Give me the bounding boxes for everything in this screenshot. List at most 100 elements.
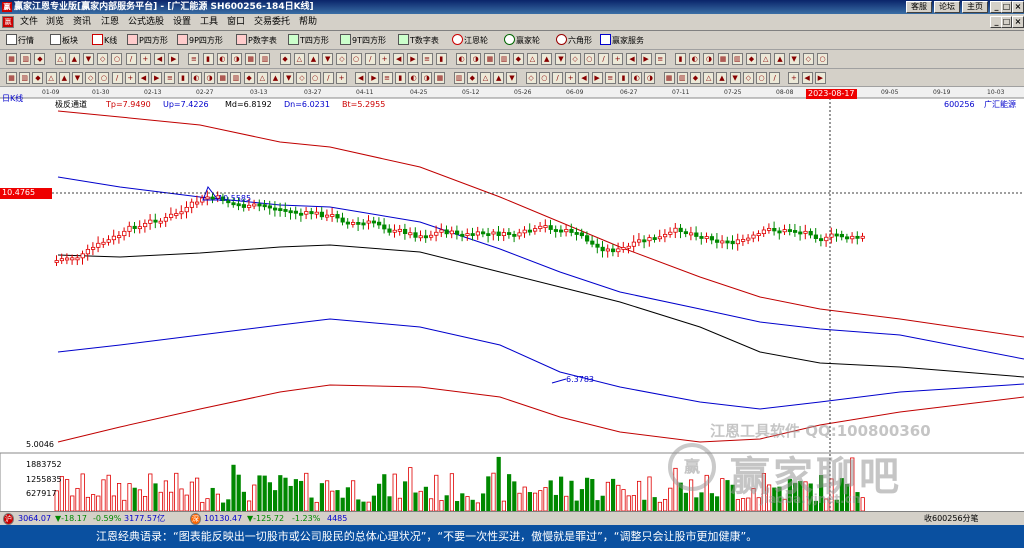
link-home[interactable]: 主页 [962, 1, 988, 13]
tb2-tool-icon-51[interactable]: △ [760, 53, 772, 65]
tb3-tool-icon-51[interactable]: △ [703, 72, 715, 84]
tb3-tool-icon-36[interactable]: ▲ [493, 72, 505, 84]
tb3-tool-icon-49[interactable]: ▥ [676, 72, 688, 84]
tb-gann-wheel[interactable]: 江恩轮 [452, 34, 488, 47]
tb3-tool-icon-38[interactable]: ◇ [525, 72, 537, 84]
tb3-tool-icon-59[interactable]: ▶ [814, 72, 826, 84]
menu-tools[interactable]: 工具 [200, 16, 218, 28]
tb2-tool-icon-45[interactable]: ▮ [675, 53, 686, 65]
tb-sector[interactable]: 板块 [50, 34, 78, 47]
menu-help[interactable]: 帮助 [299, 16, 317, 28]
kline-chart[interactable]: 日K线 极反通道 Tp=7.9490 Up=7.4226 Md=6.8192 D… [0, 87, 1024, 512]
tb2-tool-icon-17[interactable]: ▥ [259, 53, 271, 65]
tb2-tool-icon-49[interactable]: ▥ [731, 53, 743, 65]
tb3-tool-icon-25[interactable]: + [336, 72, 347, 84]
tb3-tool-icon-35[interactable]: △ [480, 72, 491, 84]
tb2-tool-icon-1[interactable]: ▥ [20, 53, 32, 65]
tb2-tool-icon-32[interactable]: ▦ [484, 53, 496, 65]
tb2-tool-icon-37[interactable]: ▼ [555, 53, 567, 65]
tb2-tool-icon-36[interactable]: ▲ [541, 53, 553, 65]
tb2-tool-icon-22[interactable]: ◇ [336, 53, 348, 65]
tb3-tool-icon-42[interactable]: ◀ [578, 72, 590, 84]
tb3-tool-icon-45[interactable]: ▮ [618, 72, 629, 84]
tb2-tool-icon-21[interactable]: ▼ [322, 53, 334, 65]
menu-gann[interactable]: 江恩 [101, 16, 119, 28]
tb3-tool-icon-50[interactable]: ◆ [690, 72, 701, 84]
tb3-tool-icon-12[interactable]: ≡ [164, 72, 176, 84]
tb2-tool-icon-41[interactable]: + [612, 53, 624, 65]
tb2-tool-icon-3[interactable]: △ [54, 53, 66, 65]
tb2-tool-icon-9[interactable]: + [139, 53, 151, 65]
tb-t-square[interactable]: T四方形 [288, 34, 329, 47]
tb2-tool-icon-50[interactable]: ◆ [746, 53, 757, 65]
tb2-tool-icon-55[interactable]: ○ [817, 53, 828, 65]
tb-kline[interactable]: K线 [92, 34, 117, 47]
tb2-tool-icon-0[interactable]: ▦ [6, 53, 17, 65]
tb2-tool-icon-28[interactable]: ≡ [421, 53, 433, 65]
child-close-button[interactable]: × [1012, 16, 1024, 28]
tb2-tool-icon-38[interactable]: ◇ [569, 53, 581, 65]
tb-9p-square[interactable]: 9P四方形 [177, 34, 223, 47]
tb2-tool-icon-54[interactable]: ◇ [802, 53, 814, 65]
tb2-tool-icon-48[interactable]: ▦ [717, 53, 729, 65]
tb-market[interactable]: 行情 [6, 34, 34, 47]
tb3-tool-icon-9[interactable]: + [124, 72, 136, 84]
tb3-tool-icon-5[interactable]: ▼ [72, 72, 83, 84]
tb3-tool-icon-21[interactable]: ▼ [283, 72, 295, 84]
tb3-tool-icon-1[interactable]: ▥ [19, 72, 31, 84]
tb3-tool-icon-58[interactable]: ◀ [801, 72, 813, 84]
app-menu-icon[interactable]: 赢 [2, 16, 14, 28]
tb3-tool-icon-17[interactable]: ▥ [230, 72, 242, 84]
tb3-tool-icon-8[interactable]: / [111, 72, 123, 84]
tb2-tool-icon-27[interactable]: ▶ [407, 53, 419, 65]
tb3-tool-icon-11[interactable]: ▶ [151, 72, 163, 84]
tb2-tool-icon-16[interactable]: ▦ [245, 53, 257, 65]
tb-hexagon[interactable]: 六角形 [556, 34, 592, 47]
menu-settings[interactable]: 设置 [173, 16, 191, 28]
tb3-tool-icon-37[interactable]: ▼ [506, 72, 518, 84]
tb2-tool-icon-14[interactable]: ◐ [216, 53, 228, 65]
tb2-tool-icon-11[interactable]: ▶ [168, 53, 180, 65]
tb3-tool-icon-19[interactable]: △ [256, 72, 268, 84]
tb3-tool-icon-31[interactable]: ◑ [421, 72, 433, 84]
tb3-tool-icon-16[interactable]: ▦ [217, 72, 229, 84]
menu-trade[interactable]: 交易委托 [254, 16, 290, 28]
tb3-tool-icon-53[interactable]: ▼ [729, 72, 741, 84]
tb2-tool-icon-18[interactable]: ◆ [279, 53, 291, 65]
tb2-tool-icon-39[interactable]: ○ [583, 53, 595, 65]
tb3-tool-icon-0[interactable]: ▦ [6, 72, 17, 84]
tb2-tool-icon-8[interactable]: / [125, 53, 137, 65]
tb2-tool-icon-7[interactable]: ○ [111, 53, 123, 65]
tb2-tool-icon-34[interactable]: ◆ [512, 53, 524, 65]
tb2-tool-icon-29[interactable]: ▮ [435, 53, 447, 65]
tb3-tool-icon-57[interactable]: + [788, 72, 800, 84]
tb2-tool-icon-44[interactable]: ≡ [654, 53, 666, 65]
tb-9t-square[interactable]: 9T四方形 [340, 34, 386, 47]
tb3-tool-icon-7[interactable]: ○ [98, 72, 110, 84]
close-button[interactable]: × [1012, 1, 1024, 13]
tb-winner-wheel[interactable]: 赢家轮 [504, 34, 540, 47]
tb2-tool-icon-15[interactable]: ◑ [231, 53, 242, 65]
tb3-tool-icon-43[interactable]: ▶ [591, 72, 603, 84]
tb2-tool-icon-31[interactable]: ◑ [470, 53, 482, 65]
maximize-button[interactable]: □ [1001, 1, 1012, 13]
tb3-tool-icon-34[interactable]: ◆ [466, 72, 478, 84]
tb2-tool-icon-25[interactable]: + [379, 53, 390, 65]
tb3-tool-icon-28[interactable]: ≡ [381, 72, 393, 84]
child-restore-button[interactable]: □ [1001, 16, 1012, 28]
tb3-tool-icon-18[interactable]: ◆ [243, 72, 255, 84]
tb2-tool-icon-6[interactable]: ◇ [97, 53, 109, 65]
tb3-tool-icon-15[interactable]: ◑ [204, 72, 215, 84]
tb2-tool-icon-52[interactable]: ▲ [774, 53, 786, 65]
tb3-tool-icon-39[interactable]: ○ [538, 72, 550, 84]
menu-file[interactable]: 文件 [20, 16, 38, 28]
tb3-tool-icon-2[interactable]: ◆ [32, 72, 44, 84]
sh-index-icon[interactable]: 沪 [3, 513, 14, 525]
tb3-tool-icon-33[interactable]: ▥ [453, 72, 465, 84]
tb3-tool-icon-56[interactable]: / [769, 72, 781, 84]
tb3-tool-icon-4[interactable]: ▲ [58, 72, 70, 84]
tb3-tool-icon-3[interactable]: △ [45, 72, 57, 84]
tb-p-square[interactable]: P四方形 [127, 34, 168, 47]
tb3-tool-icon-32[interactable]: ▦ [434, 72, 446, 84]
tb3-tool-icon-52[interactable]: ▲ [716, 72, 728, 84]
